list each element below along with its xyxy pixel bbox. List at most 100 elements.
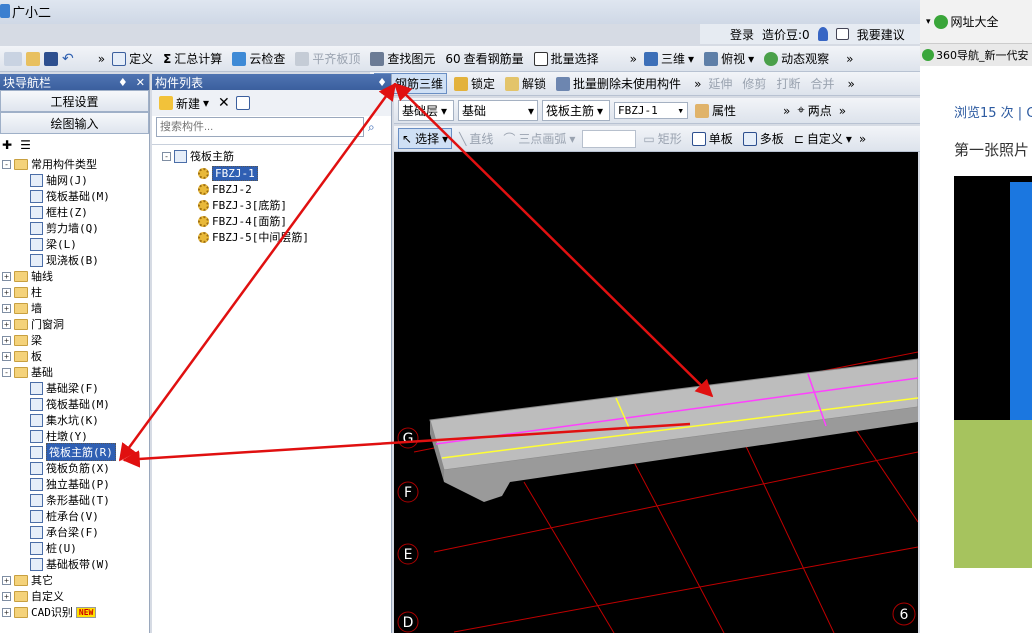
component-type-icon	[30, 173, 43, 187]
select-button[interactable]: ↖ 选择 ▾	[398, 128, 453, 149]
component-item[interactable]: FBZJ-5[中间层筋]	[198, 229, 309, 245]
expand-all-icon[interactable]: ✚	[2, 138, 12, 152]
nav-tree-item[interactable]: - 常用构件类型	[2, 156, 97, 172]
nav-tree-item[interactable]: - 基础	[2, 364, 53, 380]
sum-button[interactable]: Σ 汇总计算	[160, 49, 225, 68]
new-file-icon[interactable]	[4, 51, 22, 66]
undo-icon[interactable]: ↶	[62, 51, 74, 67]
suggest-link[interactable]: 我要建议	[857, 26, 905, 43]
pin-icon[interactable]: ♦	[118, 76, 128, 89]
nav-tree-item[interactable]: 条形基础(T)	[30, 492, 110, 508]
nav-tree-item[interactable]: 柱墩(Y)	[30, 428, 88, 444]
copy-icon[interactable]	[235, 96, 250, 110]
collapse-icon[interactable]: -	[2, 367, 11, 377]
save-icon[interactable]	[44, 51, 58, 66]
component-item[interactable]: FBZJ-3[底筋]	[198, 197, 287, 213]
expand-icon[interactable]: +	[2, 575, 11, 585]
bell-icon[interactable]	[817, 27, 828, 41]
new-component-button[interactable]: 新建 ▾	[156, 94, 212, 113]
cloud-check-button[interactable]: 云检查	[229, 49, 288, 68]
open-folder-icon[interactable]	[26, 51, 40, 66]
expand-icon[interactable]: +	[2, 319, 11, 329]
nav-tree: - 常用构件类型 轴网(J) 筏板基础(M) 框柱(Z) 剪力墙(Q) 梁(L) 现浇板(B)…	[0, 156, 149, 626]
component-item[interactable]: FBZJ-4[面筋]	[198, 213, 287, 229]
new-badge: NEW	[75, 606, 97, 618]
nav-tree-item[interactable]: 筏板主筋(R)	[30, 443, 116, 461]
type-select[interactable]: 筏板主筋 ▾	[542, 100, 610, 121]
component-root[interactable]: - 筏板主筋	[162, 148, 234, 164]
nav-tree-item[interactable]: + 自定义	[2, 588, 64, 604]
top-view-button[interactable]: 俯视 ▾	[701, 49, 757, 68]
attr-button[interactable]: 属性	[692, 101, 739, 120]
nav-tree-item[interactable]: + 轴线	[2, 268, 53, 284]
pin-icon[interactable]: ♦	[377, 76, 387, 89]
expand-icon[interactable]: +	[2, 351, 11, 361]
component-item[interactable]: FBZJ-1	[198, 165, 258, 181]
single-board-button[interactable]: 单板	[689, 129, 736, 148]
component-panel: 构件列表 ♦ 新建 ▾ ✕ ⌕ - 筏板主筋 FBZJ-1FBZJ-2 FBZJ-…	[152, 74, 392, 633]
find-button[interactable]: 查找图元	[367, 49, 438, 68]
lock-button[interactable]: 锁定	[451, 74, 498, 93]
login-link[interactable]: 登录	[730, 26, 754, 43]
drawing-input-button[interactable]: 绘图输入	[0, 112, 149, 134]
expand-icon[interactable]: +	[2, 335, 11, 345]
nav-tree-item[interactable]: 梁(L)	[30, 236, 77, 252]
collapse-icon[interactable]: -	[2, 159, 11, 169]
unlock-button[interactable]: 解锁	[502, 74, 549, 93]
expand-icon[interactable]: +	[2, 607, 11, 617]
expand-icon[interactable]: +	[2, 287, 11, 297]
project-settings-button[interactable]: 工程设置	[0, 90, 149, 112]
nav-tree-item[interactable]: 桩(U)	[30, 540, 77, 556]
nav-tree-item[interactable]: 现浇板(B)	[30, 252, 99, 268]
nav-tree-item[interactable]: + 墙	[2, 300, 42, 316]
component-item[interactable]: FBZJ-2	[198, 181, 252, 197]
photo-preview[interactable]	[954, 176, 1032, 568]
custom-button[interactable]: ⊏ 自定义 ▾	[791, 129, 855, 148]
nav-tree-item[interactable]: + 梁	[2, 332, 42, 348]
define-button[interactable]: 定义	[109, 49, 156, 68]
nav-tree-item[interactable]: 剪力墙(Q)	[30, 220, 99, 236]
layer-select[interactable]: 基础层 ▾	[398, 100, 454, 121]
expand-icon[interactable]: +	[2, 271, 11, 281]
nav-tree-item[interactable]: 集水坑(K)	[30, 412, 99, 428]
search-icon[interactable]: ⌕	[368, 120, 375, 135]
dynamic-view-button[interactable]: 动态观察	[761, 49, 832, 68]
nav-tree-item[interactable]: 独立基础(P)	[30, 476, 110, 492]
drawing-canvas[interactable]: G F E D 6	[394, 152, 919, 633]
component-select[interactable]: FBZJ-1 ▾	[614, 102, 688, 119]
nav-tree-item[interactable]: + 其它	[2, 572, 53, 588]
batch-select-button[interactable]: 批量选择	[531, 49, 602, 68]
component-search-input[interactable]	[156, 117, 364, 137]
multi-board-button[interactable]: 多板	[740, 129, 787, 148]
delete-icon[interactable]: ✕	[218, 95, 230, 111]
nav-tree-item[interactable]: + 门窗洞	[2, 316, 64, 332]
nav-tree-item[interactable]: 承台梁(F)	[30, 524, 99, 540]
nav-tree-item[interactable]: 框柱(Z)	[30, 204, 88, 220]
nav-tree-item[interactable]: 筏板负筋(X)	[30, 460, 110, 476]
nav-tree-item[interactable]: 轴网(J)	[30, 172, 88, 188]
cube-icon	[644, 51, 659, 66]
3d-view-button[interactable]: 三维 ▾	[641, 49, 697, 68]
nav-tree-item[interactable]: + CAD识别 NEW	[2, 604, 97, 620]
browser-tab[interactable]: 360导航_新一代安	[920, 44, 1032, 66]
category-select[interactable]: 基础 ▾	[458, 100, 538, 121]
nav-tree-item[interactable]: 基础板带(W)	[30, 556, 110, 572]
nav-tree-label: 轴线	[31, 270, 53, 283]
nav-tree-item[interactable]: 筏板基础(M)	[30, 396, 110, 412]
collapse-icon[interactable]: -	[162, 151, 171, 161]
nav-tree-label: 基础板带(W)	[46, 558, 110, 571]
expand-icon[interactable]: +	[2, 303, 11, 313]
close-icon[interactable]: ✕	[136, 76, 145, 89]
nav-tree-item[interactable]: 筏板基础(M)	[30, 188, 110, 204]
nav-tree-item[interactable]: 基础梁(F)	[30, 380, 99, 396]
nav-tree-item[interactable]: + 板	[2, 348, 42, 364]
nav-tree-item[interactable]: + 柱	[2, 284, 42, 300]
expand-icon[interactable]: +	[2, 591, 11, 601]
two-points-button[interactable]: ⌖ 两点	[794, 101, 834, 120]
nav-sites-link[interactable]: 网址大全	[951, 13, 999, 30]
home-icon[interactable]	[933, 14, 948, 29]
nav-tree-item[interactable]: 桩承台(V)	[30, 508, 99, 524]
view-rebar-button[interactable]: 60 查看钢筋量	[442, 49, 526, 68]
collapse-all-icon[interactable]: ☰	[20, 138, 31, 152]
batch-delete-button[interactable]: 批量删除未使用构件	[553, 74, 684, 93]
